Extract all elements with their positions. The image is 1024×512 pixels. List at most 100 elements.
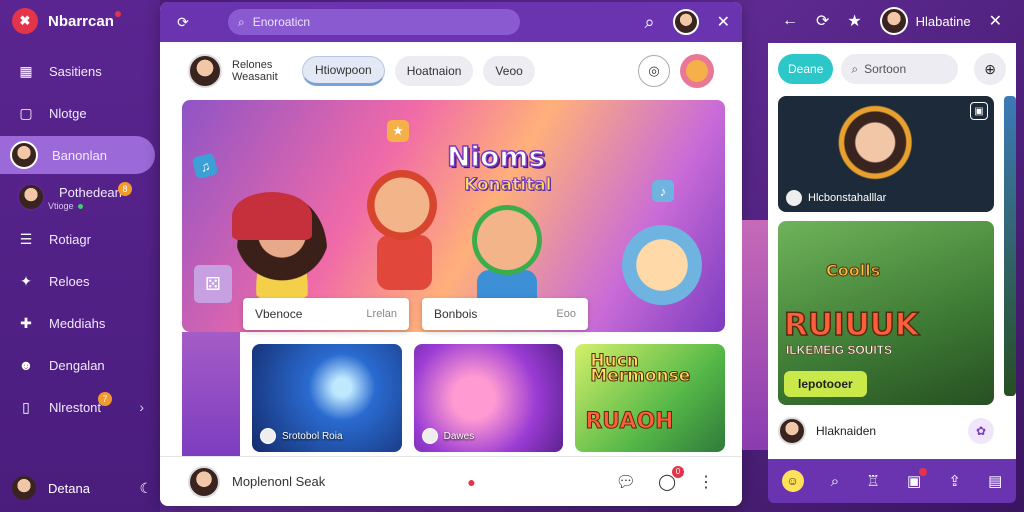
settings-icon[interactable]: ◎	[638, 55, 670, 87]
library-icon[interactable]: ▣	[907, 468, 928, 490]
sidebar-item-meddiahs[interactable]: ✚ Meddiahs	[0, 302, 160, 344]
avatar[interactable]	[672, 9, 699, 35]
action-icon[interactable]: ✿	[968, 418, 994, 444]
hero-subtitle: Konatital	[464, 175, 553, 196]
sidebar-item-nlrestont[interactable]: ▯ Nlrestont 7 ›	[0, 386, 160, 428]
moon-icon[interactable]: ☾	[139, 480, 152, 497]
avatar	[10, 141, 38, 169]
boy-character-body	[377, 235, 432, 290]
search-input[interactable]: ⌕ Enoroaticn	[228, 9, 520, 35]
chat-icon: ▢	[19, 104, 33, 121]
share-icon[interactable]: ⇪	[948, 472, 961, 490]
star-icon: ★	[387, 120, 409, 142]
profile-row: Relones Weasanit Htiowpoon Hoatnaion Veo…	[160, 42, 742, 100]
brand[interactable]: ✖ Nbarrcan	[0, 0, 160, 42]
bookmark-icon: ▯	[22, 398, 30, 415]
dice-icon: ⚄	[194, 265, 232, 303]
search-placeholder: Enoroaticn	[252, 15, 311, 29]
tab-veoo[interactable]: Veoo	[483, 56, 535, 86]
search-input[interactable]: ⌕ Sortoon	[841, 54, 959, 84]
sidebar-item-label: Nlotge	[49, 105, 87, 121]
search-icon: ⌕	[851, 61, 859, 76]
next-card-edge	[1004, 96, 1016, 396]
sidebar-item-pothedean[interactable]: Pothedean Vtioge 8	[0, 176, 160, 218]
chip-deane[interactable]: Deane	[778, 54, 834, 84]
sidebar-item-reloes[interactable]: ✦ Reloes	[0, 260, 160, 302]
boy-character	[367, 170, 437, 240]
sidebar-item-label: Sasitiens	[49, 63, 102, 79]
tab-hoatnaion[interactable]: Hoatnaion	[394, 56, 474, 86]
sidebar-item-label: Meddiahs	[49, 315, 106, 331]
sidebar-item-banonlan[interactable]: Banonlan	[0, 136, 155, 174]
girl-hat	[232, 192, 312, 240]
location-pin-icon[interactable]: ●	[467, 474, 475, 490]
hero-title: Nioms	[446, 139, 546, 174]
right-panel-topbar: ← ⟳ ★ Hlabatine ✕	[768, 0, 1016, 42]
filter-row: Deane ⌕ Sortoon ⊕	[768, 43, 1016, 95]
avatar	[12, 476, 36, 500]
users-icon: ☻	[18, 357, 34, 373]
star-icon[interactable]: ★	[847, 11, 861, 31]
notification-icon[interactable]: ◯ 0	[658, 465, 684, 492]
comment-icon[interactable]: 💬︎	[616, 472, 636, 492]
bottom-title: Moplenonl Seak	[232, 474, 326, 489]
bottom-bar: Moplenonl Seak ● 💬︎ ◯ 0 ⋮	[160, 456, 742, 506]
sidebar-item-label: Banonlan	[52, 147, 107, 163]
right-panel-nav: ☺ ⌕ ♖ ▣ ⇪ ▤	[768, 459, 1016, 503]
sidebar-item-rotiagr[interactable]: ☰ Rotiagr	[0, 218, 160, 260]
avatar	[259, 428, 276, 444]
avatar	[421, 428, 438, 444]
mascot-avatar[interactable]	[680, 54, 714, 88]
promo-card[interactable]: Coolls RUIUUK ILKEMEIG SOUITS lepotooer	[778, 221, 994, 405]
home-icon[interactable]: ☺	[781, 470, 804, 492]
notification-badge: 8	[118, 182, 132, 196]
game-icon[interactable]: ♖	[866, 472, 879, 490]
sidebar-item-sublabel: Vtioge	[48, 201, 83, 211]
refresh-icon[interactable]: ⟳	[172, 11, 194, 33]
inbox-icon[interactable]: ▤	[988, 472, 1002, 490]
sidebar-item-dengalan[interactable]: ☻ Dengalan	[0, 344, 160, 386]
sidebar-item-label: Dengalan	[49, 357, 105, 373]
decorative-strip	[182, 332, 240, 460]
music-note-icon: ♫	[191, 152, 219, 180]
sidebar-item-label: Pothedean	[59, 184, 122, 200]
avatar	[778, 417, 806, 445]
footer-name: Detana	[48, 480, 90, 496]
user-row[interactable]: Hlaknaiden ✿	[778, 411, 994, 451]
sidebar-item-label: Nlrestont	[49, 399, 102, 415]
more-icon[interactable]: ⋮	[698, 472, 714, 492]
avatar[interactable]	[188, 465, 220, 498]
sidebar: ✖ Nbarrcan ▦ Sasitiens ▢ Nlotge Banonlan…	[0, 0, 160, 512]
close-icon[interactable]: ✕	[989, 11, 1002, 31]
sidebar-item-nlotge[interactable]: ▢ Nlotge	[0, 92, 160, 134]
info-card[interactable]: Vbenoce Lrelan	[243, 298, 409, 330]
sidebar-item-sasitiens[interactable]: ▦ Sasitiens	[0, 50, 160, 92]
promo-button[interactable]: lepotooer	[784, 371, 867, 397]
sidebar-item-label: Reloes	[49, 273, 90, 289]
boy-character	[472, 205, 542, 275]
info-card[interactable]: Bonbois Eoo	[422, 298, 588, 330]
back-arrow-icon[interactable]: ←	[782, 12, 798, 30]
avatar[interactable]	[879, 7, 908, 35]
video-card[interactable]: ▣ Hlcbonstahalllar	[778, 96, 994, 212]
sidebar-nav: ▦ Sasitiens ▢ Nlotge Banonlan Pothedean …	[0, 50, 160, 428]
search-icon[interactable]: ⌕	[645, 12, 655, 33]
profile-avatar[interactable]	[188, 54, 222, 88]
star-icon: ✦	[20, 272, 32, 289]
thumbnail-card[interactable]: Hucn Mermonse RUAOH	[575, 344, 725, 452]
profile-name: Relones Weasanit	[232, 59, 278, 83]
puzzle-icon: ✚	[20, 314, 32, 331]
thumbnail-card[interactable]: Dawes	[413, 344, 564, 452]
search-icon[interactable]: ⌕	[831, 473, 839, 490]
list-icon: ☰	[19, 230, 33, 247]
chevron-right-icon: ›	[139, 399, 144, 415]
globe-icon[interactable]: ⊕	[974, 53, 1006, 85]
sidebar-footer[interactable]: Detana ☾	[12, 476, 152, 500]
notification-badge: 0	[672, 465, 684, 478]
thumbnail-card[interactable]: Srotobol Roia	[251, 344, 402, 452]
refresh-icon[interactable]: ⟳	[816, 11, 829, 31]
pip-icon[interactable]: ▣	[970, 102, 988, 120]
close-icon[interactable]: ✕	[717, 12, 730, 32]
tab-htiowpoon[interactable]: Htiowpoon	[302, 56, 385, 86]
logo-icon: ✖	[12, 8, 38, 34]
